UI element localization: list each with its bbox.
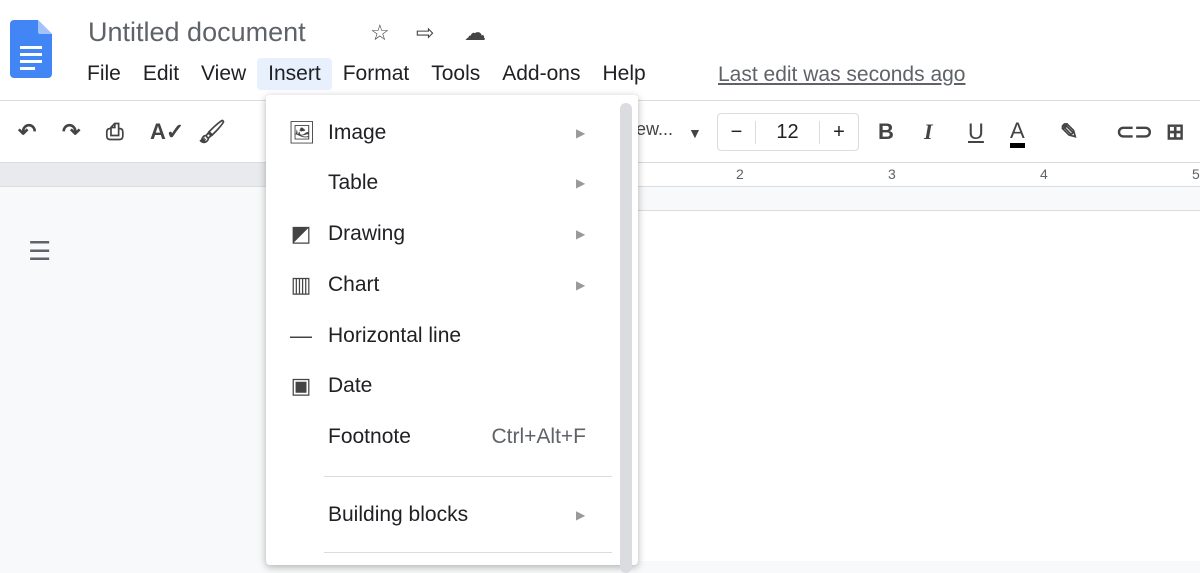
ruler-label: 5 [1192, 166, 1200, 182]
add-comment-icon[interactable]: ⊞ [1166, 119, 1184, 145]
highlight-icon[interactable]: ✎ [1060, 119, 1078, 145]
menu-divider [324, 552, 612, 553]
menu-tools[interactable]: Tools [420, 58, 491, 90]
decrease-font-button[interactable]: − [718, 120, 756, 144]
horizontal-line-icon: — [290, 323, 312, 348]
star-icon[interactable]: ☆ [370, 20, 390, 46]
submenu-arrow-icon: ▶ [576, 278, 586, 292]
font-select[interactable]: ew... [636, 119, 673, 140]
move-folder-icon[interactable]: ⇨ [416, 20, 434, 46]
submenu-arrow-icon: ▶ [576, 176, 586, 190]
menu-insert[interactable]: Insert [257, 58, 332, 90]
ruler-label: 3 [888, 166, 896, 182]
link-icon[interactable]: ⊂⊃ [1116, 119, 1153, 145]
menu-item-date[interactable]: ▣ Date [266, 361, 616, 411]
underline-icon[interactable]: U [968, 119, 984, 145]
ruler-label: 4 [1040, 166, 1048, 182]
ruler-label: 2 [736, 166, 744, 182]
calendar-icon: ▣ [290, 373, 312, 398]
menu-divider [324, 476, 612, 477]
document-title[interactable]: Untitled document [88, 17, 306, 48]
font-size-input[interactable]: 12 [756, 120, 820, 144]
menu-item-building-blocks[interactable]: Building blocks ▶ [266, 490, 616, 540]
last-edit-link[interactable]: Last edit was seconds ago [718, 63, 966, 87]
submenu-arrow-icon: ▶ [576, 126, 586, 140]
menu-edit[interactable]: Edit [132, 58, 190, 90]
menu-item-table[interactable]: Table ▶ [266, 158, 616, 208]
menu-item-horizontal-line[interactable]: — Horizontal line [266, 311, 616, 361]
menu-help[interactable]: Help [591, 58, 656, 90]
menu-item-image[interactable]: 🖼 Image ▶ [266, 108, 616, 158]
menu-format[interactable]: Format [332, 58, 421, 90]
italic-icon[interactable]: I [924, 119, 933, 145]
docs-logo-icon[interactable] [10, 20, 52, 78]
insert-menu: 🖼 Image ▶ Table ▶ ◩ Drawing ▶ ▥ Chart ▶ — Horizo… [266, 95, 638, 573]
menu-view[interactable]: View [190, 58, 257, 90]
redo-icon[interactable]: ↷ [62, 119, 80, 145]
font-dropdown-icon[interactable]: ▼ [688, 125, 702, 141]
title-bar: Untitled document ☆ ⇨ ☁ File Edit View I… [0, 0, 1200, 100]
image-icon: 🖼 [288, 120, 316, 145]
undo-icon[interactable]: ↶ [18, 119, 36, 145]
text-color-icon[interactable]: A [1010, 119, 1025, 148]
document-page[interactable] [560, 210, 1200, 561]
paint-format-icon[interactable]: 🖌 [198, 119, 226, 145]
menu-item-drawing[interactable]: ◩ Drawing ▶ [266, 209, 616, 259]
cloud-status-icon[interactable]: ☁ [464, 20, 486, 46]
print-icon[interactable]: ⎙ [106, 119, 124, 145]
menu-scrollbar[interactable] [620, 103, 632, 573]
document-outline-icon[interactable]: ☰ [28, 236, 51, 267]
menu-bar: File Edit View Insert Format Tools Add-o… [76, 58, 657, 90]
submenu-arrow-icon: ▶ [576, 227, 586, 241]
menu-item-chart[interactable]: ▥ Chart ▶ [266, 260, 616, 310]
bold-icon[interactable]: B [878, 119, 894, 145]
menu-add-ons[interactable]: Add-ons [491, 58, 591, 90]
submenu-arrow-icon: ▶ [576, 508, 586, 522]
font-size-stepper: − 12 + [717, 113, 859, 151]
chart-icon: ▥ [290, 272, 312, 297]
spellcheck-icon[interactable]: A✓ [150, 119, 184, 145]
shortcut-text: Ctrl+Alt+F [491, 425, 586, 448]
drawing-icon: ◩ [290, 221, 312, 246]
menu-file[interactable]: File [76, 58, 132, 90]
increase-font-button[interactable]: + [820, 121, 858, 144]
menu-item-footnote[interactable]: Footnote Ctrl+Alt+F [266, 412, 616, 462]
